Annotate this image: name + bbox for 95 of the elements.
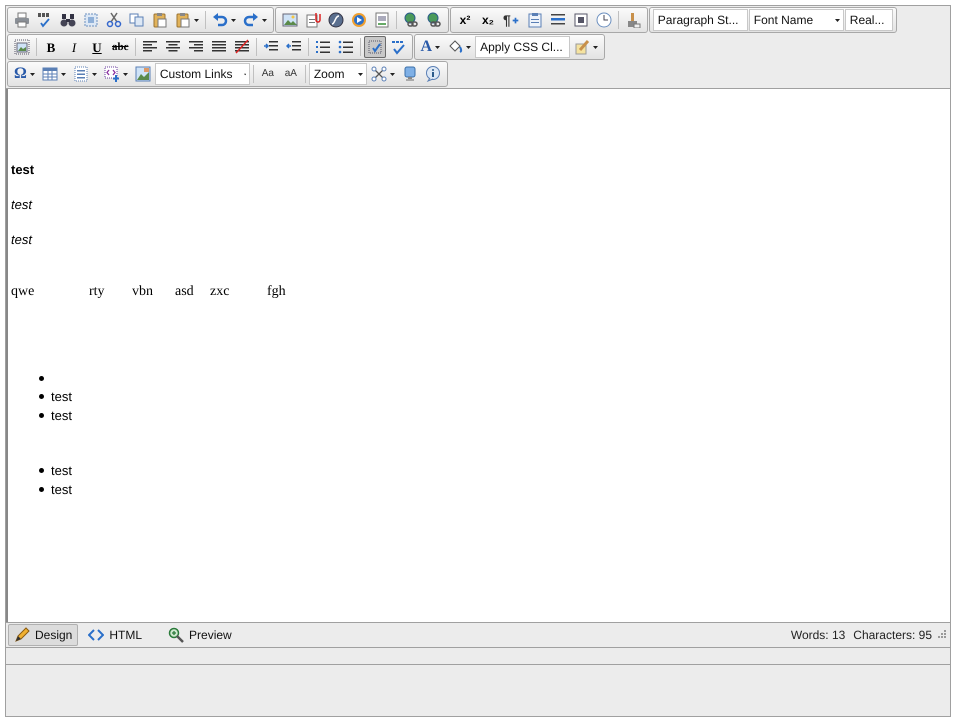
monitor-icon <box>402 66 418 82</box>
select-all-icon <box>83 12 99 28</box>
caret-icon <box>122 72 128 76</box>
bullet-icon <box>39 376 44 381</box>
caret-icon <box>466 46 472 48</box>
mode-tab[interactable]: Design <box>8 624 78 646</box>
undo-icon <box>212 12 228 28</box>
table-icon <box>42 66 58 82</box>
plus-icon <box>510 16 520 24</box>
picture-icon <box>14 39 30 55</box>
caret-icon <box>231 18 236 22</box>
scissors-icon <box>106 12 122 28</box>
word: asd <box>175 283 194 301</box>
uppercase-button[interactable]: aA <box>280 63 302 85</box>
word: rty <box>89 283 105 301</box>
superscript-button[interactable]: x² <box>454 9 476 31</box>
special-characters-button[interactable]: Ω <box>11 63 38 85</box>
binoculars-icon <box>60 12 76 28</box>
document-icon <box>305 12 321 28</box>
lowercase-button[interactable]: Aa <box>256 63 279 85</box>
clipboard-list-icon <box>526 12 543 28</box>
list-item: test <box>51 480 72 498</box>
list-item: test <box>51 388 72 406</box>
italic-button[interactable]: I <box>63 36 85 58</box>
info-icon <box>424 66 441 82</box>
caret-icon <box>244 72 246 76</box>
module-icon <box>572 12 589 28</box>
character-count: Characters: 95 <box>853 627 932 644</box>
caret-icon <box>593 46 598 48</box>
printer-icon <box>14 12 30 28</box>
subscript-button[interactable]: x₂ <box>477 9 499 31</box>
dropdown[interactable]: Zoom <box>308 63 367 85</box>
caret-icon <box>358 72 363 76</box>
mode-tab[interactable]: HTML <box>82 624 148 646</box>
caret-icon <box>30 72 35 76</box>
word-count: Words: 13 <box>790 627 846 644</box>
strikethrough-button[interactable]: abc <box>109 36 132 58</box>
paragraph: test <box>11 231 34 249</box>
flash-icon <box>328 12 344 28</box>
paragraph: test <box>11 161 36 179</box>
pencil-icon <box>14 627 30 643</box>
caret-icon <box>834 18 840 22</box>
paint-bucket-icon <box>447 39 464 55</box>
dropdown[interactable]: Font Name <box>748 9 844 31</box>
network-icon <box>370 66 387 82</box>
list-icon <box>72 66 89 82</box>
redo-icon <box>243 12 259 28</box>
bullet-icon <box>39 412 44 418</box>
caret-icon <box>390 72 395 76</box>
clipboard-icon <box>152 12 168 28</box>
picture-icon <box>282 12 298 28</box>
caret-icon <box>60 72 66 76</box>
media-icon <box>351 12 367 28</box>
bullet-icon <box>39 486 44 492</box>
bullet-icon <box>39 468 44 474</box>
dropdown[interactable]: Apply CSS Cl... <box>475 36 570 58</box>
caret-icon <box>194 18 199 22</box>
list-item: test <box>51 462 72 480</box>
mode-tab[interactable]: Preview <box>162 624 238 646</box>
globe-link-icon <box>426 12 442 28</box>
caret-icon <box>262 18 267 22</box>
paragraph: test <box>11 196 34 214</box>
dropdown[interactable]: Custom Links <box>154 63 250 85</box>
clock-icon <box>596 12 612 28</box>
list-item: test <box>51 406 72 424</box>
word: vbn <box>132 283 153 301</box>
image-map-icon <box>134 66 151 82</box>
borders-icon <box>366 39 382 55</box>
toggle-borders-button[interactable] <box>364 36 386 58</box>
bold-button[interactable]: B <box>40 36 62 58</box>
bullet-list-icon <box>338 39 354 55</box>
caret-icon <box>435 46 440 48</box>
paragraph-button[interactable]: ¶ <box>500 9 523 31</box>
numbered-list-icon <box>314 39 330 55</box>
resize-grip-icon[interactable] <box>936 630 946 640</box>
globe-link-icon <box>403 12 419 28</box>
word: zxc <box>210 283 230 301</box>
clipboard-icon <box>175 12 191 28</box>
snippet-icon <box>104 66 120 82</box>
brush-icon <box>574 39 590 55</box>
code-brackets-icon <box>88 627 104 643</box>
copy-icon <box>129 12 145 28</box>
dropdown[interactable]: Paragraph St... <box>652 9 748 31</box>
dropdown[interactable]: Real... <box>844 9 893 31</box>
editing-area[interactable]: test test test qwe rty vbn asd zxc fgh test test test test <box>6 89 950 622</box>
caret-icon <box>92 72 97 76</box>
underline-button[interactable]: U <box>86 36 108 58</box>
bullet-icon <box>39 394 44 400</box>
template-icon <box>374 12 390 28</box>
magnifier-icon <box>168 627 184 643</box>
no-alignment-icon <box>234 39 250 55</box>
word: qwe <box>11 283 34 301</box>
word: fgh <box>267 283 286 301</box>
checkmark-icon <box>390 39 406 55</box>
font-color-button[interactable]: A <box>418 36 444 58</box>
